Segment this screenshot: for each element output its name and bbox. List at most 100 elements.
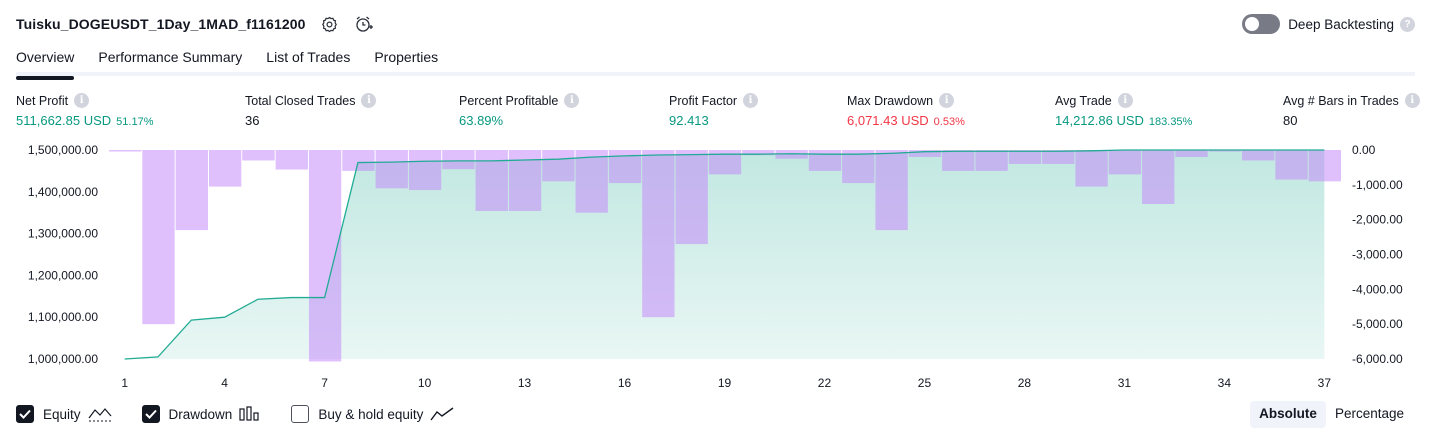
legend-buy-hold-equity[interactable]: Buy & hold equity <box>291 405 454 423</box>
drawdown-bar[interactable] <box>342 150 375 171</box>
info-icon[interactable]: i <box>564 93 580 108</box>
drawdown-bar[interactable] <box>1175 150 1208 157</box>
info-icon[interactable]: i <box>1404 93 1420 108</box>
gear-icon[interactable] <box>320 14 340 34</box>
metric-sub-value: 0.53% <box>933 116 965 128</box>
help-icon[interactable]: ? <box>1400 16 1415 32</box>
drawdown-bar[interactable] <box>109 150 142 152</box>
drawdown-bar[interactable] <box>975 150 1008 171</box>
tab-properties[interactable]: Properties <box>374 46 438 76</box>
metric-label: Avg # Bars in Trades <box>1283 93 1399 108</box>
drawdown-bar[interactable] <box>442 150 475 170</box>
x-axis-tick-label: 34 <box>1218 376 1232 390</box>
drawdown-bar[interactable] <box>675 150 708 245</box>
metric-profit-factor: Profit Factor i 92.413 <box>669 93 759 128</box>
drawdown-bar[interactable] <box>408 150 442 191</box>
x-axis-tick-label: 13 <box>518 376 532 390</box>
left-axis-tick-label: 1,300,000.00 <box>28 227 98 241</box>
info-icon[interactable]: i <box>939 93 955 108</box>
strategy-header: Tuisku_DOGEUSDT_1Day_1MAD_f1161200 Deep … <box>16 12 1415 36</box>
info-icon[interactable]: i <box>74 93 90 108</box>
x-axis-tick-label: 19 <box>718 376 732 390</box>
metric-label: Percent Profitable <box>459 93 559 108</box>
metric-net-profit: Net Profit i 511,662.85 USD 51.17% <box>16 93 153 128</box>
drawdown-bar[interactable] <box>275 150 308 170</box>
right-axis-tick-label: -1,000.00 <box>1352 178 1403 192</box>
area-line-icon <box>88 406 112 422</box>
drawdown-bar[interactable] <box>475 150 508 211</box>
add-alert-clock-icon[interactable] <box>354 14 374 34</box>
drawdown-bar[interactable] <box>375 150 408 189</box>
drawdown-bar[interactable] <box>1108 150 1142 175</box>
drawdown-bar[interactable] <box>142 150 175 325</box>
equity-checkbox[interactable] <box>16 405 34 423</box>
left-axis-tick-label: 1,500,000.00 <box>28 143 98 157</box>
metric-value: 92.413 <box>669 113 709 128</box>
drawdown-bar[interactable] <box>1075 150 1108 187</box>
right-axis-tick-label: -3,000.00 <box>1352 248 1403 262</box>
deep-backtesting-control: Deep Backtesting ? <box>1242 12 1415 36</box>
percentage-button[interactable]: Percentage <box>1326 401 1413 428</box>
right-axis-tick-label: 0.00 <box>1352 143 1376 157</box>
drawdown-bar[interactable] <box>1142 150 1175 204</box>
drawdown-bar[interactable] <box>208 150 242 187</box>
drawdown-checkbox[interactable] <box>141 405 160 423</box>
tab-list-of-trades[interactable]: List of Trades <box>266 46 350 76</box>
metrics-row: Net Profit i 511,662.85 USD 51.17% Total C… <box>0 93 1431 133</box>
x-axis-tick-label: 28 <box>1018 376 1032 390</box>
drawdown-bar[interactable] <box>1275 150 1308 180</box>
right-axis-tick-label: -4,000.00 <box>1352 282 1403 296</box>
metric-avg-bars-in-trades: Avg # Bars in Trades i 80 <box>1283 93 1420 128</box>
metric-label: Profit Factor <box>669 93 738 108</box>
drawdown-bar[interactable] <box>942 150 975 171</box>
drawdown-bar[interactable] <box>242 150 275 161</box>
metric-label: Net Profit <box>16 93 69 108</box>
metric-total-closed-trades: Total Closed Trades i 36 <box>245 93 377 128</box>
tab-overview[interactable]: Overview <box>16 46 75 80</box>
drawdown-bar[interactable] <box>542 150 575 182</box>
x-axis-tick-label: 10 <box>418 376 432 390</box>
legend-equity[interactable]: Equity <box>16 405 112 423</box>
tab-performance-summary[interactable]: Performance Summary <box>98 46 242 76</box>
drawdown-bar[interactable] <box>842 150 875 184</box>
metric-value: 511,662.85 USD <box>16 113 112 128</box>
drawdown-bar[interactable] <box>808 150 842 171</box>
metric-label: Total Closed Trades <box>245 93 356 108</box>
drawdown-bar[interactable] <box>175 150 208 231</box>
metric-value: 36 <box>245 113 260 128</box>
info-icon[interactable]: i <box>743 93 759 108</box>
left-axis-tick-label: 1,100,000.00 <box>28 310 98 324</box>
drawdown-bar[interactable] <box>1308 150 1341 182</box>
absolute-button[interactable]: Absolute <box>1250 401 1326 428</box>
info-icon[interactable]: i <box>1117 93 1133 108</box>
right-axis-tick-label: -5,000.00 <box>1352 317 1403 331</box>
drawdown-bar[interactable] <box>642 150 675 318</box>
drawdown-bar[interactable] <box>1042 150 1075 164</box>
drawdown-bar[interactable] <box>575 150 608 213</box>
strategy-title: Tuisku_DOGEUSDT_1Day_1MAD_f1161200 <box>16 16 306 32</box>
chart-legend: Equity Drawdown Buy & hold equity <box>16 403 484 425</box>
buy-hold-checkbox[interactable] <box>291 405 310 423</box>
deep-backtesting-toggle[interactable] <box>1242 14 1281 34</box>
drawdown-bar[interactable] <box>1008 150 1042 164</box>
bars-icon <box>239 406 261 422</box>
right-axis-tick-label: -6,000.00 <box>1352 352 1403 366</box>
drawdown-bar[interactable] <box>1242 150 1275 161</box>
deep-backtesting-label: Deep Backtesting <box>1288 16 1394 32</box>
metric-value: 63.89% <box>459 113 504 128</box>
right-axis-tick-label: -2,000.00 <box>1352 213 1403 227</box>
report-tabs: Overview Performance Summary List of Tra… <box>16 46 1415 80</box>
drawdown-bar[interactable] <box>308 150 342 362</box>
metric-avg-trade: Avg Trade i 14,212.86 USD 183.35% <box>1055 93 1192 128</box>
legend-label: Drawdown <box>168 406 233 422</box>
x-axis-tick-label: 25 <box>918 376 932 390</box>
left-axis-tick-label: 1,000,000.00 <box>28 352 98 366</box>
metric-sub-value: 183.35% <box>1148 116 1193 128</box>
metric-label: Max Drawdown <box>847 93 934 108</box>
legend-drawdown[interactable]: Drawdown <box>141 405 262 423</box>
info-icon[interactable]: i <box>361 93 377 108</box>
legend-label: Equity <box>43 406 81 422</box>
drawdown-bar[interactable] <box>875 150 908 231</box>
left-axis-tick-label: 1,400,000.00 <box>28 185 98 199</box>
x-axis-tick-label: 37 <box>1318 376 1332 390</box>
